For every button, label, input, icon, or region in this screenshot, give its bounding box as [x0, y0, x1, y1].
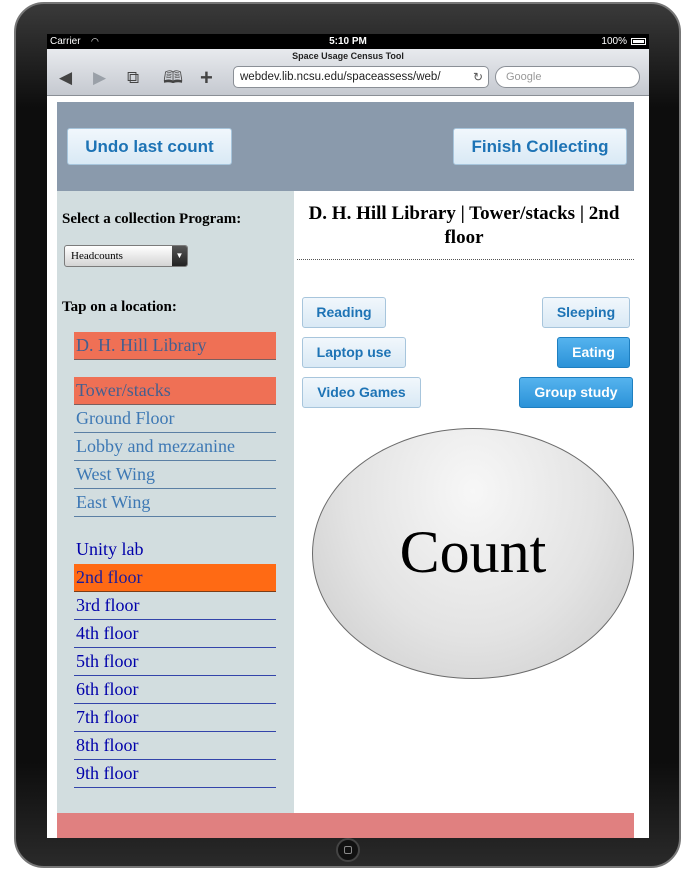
back-icon[interactable]: ◀: [59, 67, 72, 89]
location-sidebar: Select a collection Program: Headcounts …: [57, 191, 294, 813]
add-bookmark-icon[interactable]: +: [200, 67, 213, 89]
battery-icon: [631, 38, 646, 45]
top-action-bar: Undo last count Finish Collecting: [57, 102, 634, 191]
location-floor[interactable]: 2nd floor: [74, 564, 276, 592]
url-field[interactable]: webdev.lib.ncsu.edu/spaceassess/web/ ↻: [233, 66, 489, 88]
bookmarks-icon[interactable]: 🕮: [163, 67, 183, 89]
location-heading: D. H. Hill Library | Tower/stacks | 2nd …: [308, 203, 620, 248]
location-floor[interactable]: 4th floor: [74, 620, 276, 648]
status-time: 5:10 PM: [329, 36, 367, 47]
activity-sleeping-button[interactable]: Sleeping: [542, 297, 630, 328]
location-floor[interactable]: Unity lab: [74, 536, 276, 564]
location-label: Tap on a location:: [62, 299, 177, 315]
forward-icon[interactable]: ▶: [93, 67, 106, 89]
tabs-icon[interactable]: ⧉: [127, 67, 139, 89]
activity-group-study-button[interactable]: Group study: [519, 377, 633, 408]
search-field[interactable]: Google: [495, 66, 640, 88]
undo-last-count-button[interactable]: Undo last count: [67, 128, 232, 165]
location-floor[interactable]: 3rd floor: [74, 592, 276, 620]
location-area[interactable]: East Wing: [74, 489, 276, 517]
browser-chrome: Space Usage Census Tool ◀ ▶ ⧉ 🕮 + webdev…: [47, 49, 649, 96]
browser-page-title: Space Usage Census Tool: [292, 51, 404, 61]
home-button[interactable]: [336, 838, 360, 862]
location-floor[interactable]: 7th floor: [74, 704, 276, 732]
status-bar: Carrier ◠ 5:10 PM 100%: [47, 34, 649, 49]
location-floor[interactable]: 5th floor: [74, 648, 276, 676]
program-select-value: Headcounts: [71, 250, 123, 262]
activity-eating-button[interactable]: Eating: [557, 337, 630, 368]
location-area[interactable]: Lobby and mezzanine: [74, 433, 276, 461]
reload-icon[interactable]: ↻: [473, 67, 483, 87]
location-floor[interactable]: 6th floor: [74, 676, 276, 704]
location-floor[interactable]: 9th floor: [74, 760, 276, 788]
footer-bar: [57, 813, 634, 838]
location-area[interactable]: Tower/stacks: [74, 377, 276, 405]
heading-divider: [297, 259, 634, 260]
program-label: Select a collection Program:: [62, 211, 242, 227]
activity-video-games-button[interactable]: Video Games: [302, 377, 421, 408]
count-button[interactable]: Count: [312, 428, 634, 679]
url-text: webdev.lib.ncsu.edu/spaceassess/web/: [240, 71, 441, 83]
location-floor[interactable]: 8th floor: [74, 732, 276, 760]
battery-percent: 100%: [601, 36, 627, 47]
location-library[interactable]: D. H. Hill Library: [74, 332, 276, 360]
finish-collecting-button[interactable]: Finish Collecting: [453, 128, 627, 165]
program-select[interactable]: Headcounts ▼: [64, 245, 188, 267]
location-area[interactable]: Ground Floor: [74, 405, 276, 433]
screen: Carrier ◠ 5:10 PM 100% Space Usage Censu…: [47, 34, 649, 838]
chevron-down-icon: ▼: [172, 246, 187, 266]
activity-laptop-button[interactable]: Laptop use: [302, 337, 406, 368]
activity-reading-button[interactable]: Reading: [302, 297, 386, 328]
location-area[interactable]: West Wing: [74, 461, 276, 489]
